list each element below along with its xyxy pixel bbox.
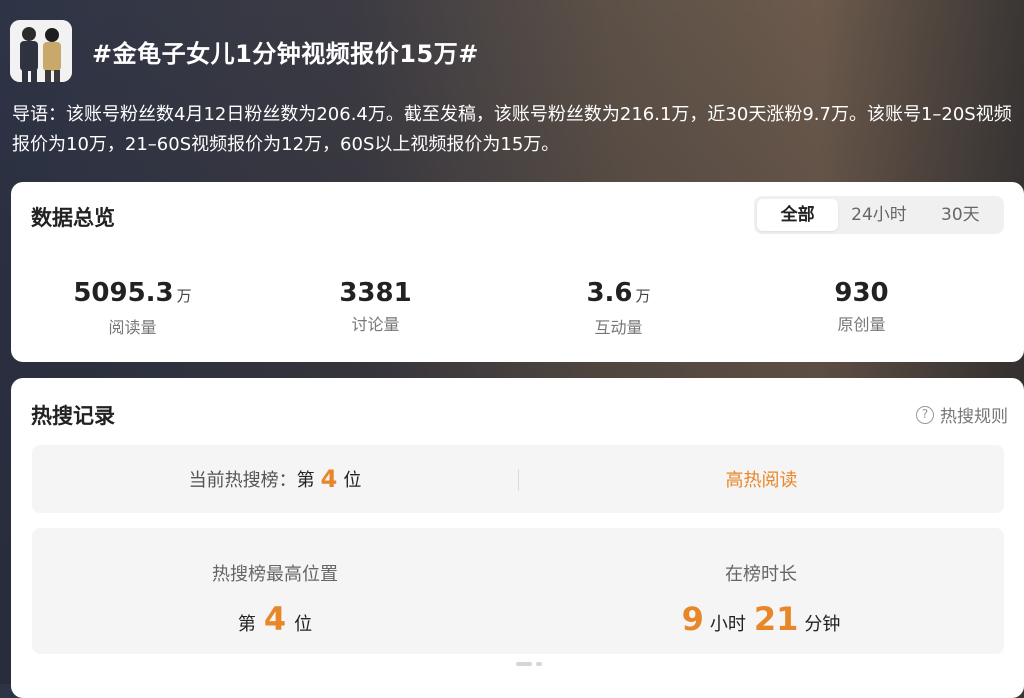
time-range-tabs: 全部 24小时 30天	[754, 196, 1004, 234]
stat-discussions-label: 讨论量	[351, 315, 400, 334]
stat-reads: 5095.3 万 阅读量	[11, 278, 254, 338]
overview-stats: 5095.3 万 阅读量 3381 讨论量 3.6 万 互动量 930 原创量	[11, 278, 1024, 338]
overview-title: 数据总览	[31, 206, 115, 230]
current-rank-suffix: 位	[343, 470, 362, 491]
best-rank: 热搜榜最高位置 第 4 位	[32, 528, 518, 654]
overview-card: 数据总览 全部 24小时 30天 5095.3 万 阅读量 3381 讨论量 3.…	[11, 182, 1024, 362]
page-dot-active	[516, 662, 532, 666]
tab-24h[interactable]: 24小时	[838, 199, 919, 231]
current-rank-box: 当前热搜榜： 第 4 位 高热阅读	[32, 445, 1004, 513]
topic-intro: 导语：该账号粉丝数4月12日粉丝数为206.4万。截至发稿，该账号粉丝数为216…	[12, 104, 1012, 155]
current-rank: 当前热搜榜： 第 4 位	[32, 445, 518, 513]
best-rank-label: 热搜榜最高位置	[212, 564, 338, 585]
duration-hours-unit: 小时	[709, 614, 746, 635]
hot-read-tag[interactable]: 高热阅读	[519, 445, 1004, 513]
page-dot	[536, 662, 542, 666]
duration-label: 在榜时长	[725, 564, 797, 585]
topic-title: #金龟子女儿1分钟视频报价15万#	[92, 40, 479, 68]
on-list-duration: 在榜时长 9 小时 21 分钟	[518, 528, 1004, 654]
stat-interactions-label: 互动量	[594, 318, 643, 337]
best-rank-suffix: 位	[294, 614, 313, 635]
duration-minutes: 21	[753, 600, 799, 638]
hot-search-card: 热搜记录 ? 热搜规则 当前热搜榜： 第 4 位 高热阅读 热搜榜最高位置 第 …	[11, 378, 1024, 698]
topic-avatar	[10, 20, 72, 82]
stat-interactions-unit: 万	[635, 287, 651, 305]
stat-originals: 930 原创量	[740, 278, 983, 338]
hot-search-rules-label: 热搜规则	[940, 407, 1008, 427]
tab-all[interactable]: 全部	[757, 199, 839, 231]
best-rank-prefix: 第	[237, 614, 256, 635]
stat-reads-value: 5095.3	[73, 278, 174, 308]
current-rank-value: 4	[320, 465, 338, 493]
duration-minutes-unit: 分钟	[804, 614, 841, 635]
hot-search-title: 热搜记录	[31, 404, 115, 428]
stat-reads-label: 阅读量	[108, 318, 157, 337]
stat-interactions: 3.6 万 互动量	[497, 278, 740, 338]
stat-discussions-value: 3381	[339, 278, 412, 308]
stat-reads-unit: 万	[176, 287, 192, 305]
best-rank-value: 4	[263, 600, 287, 638]
current-rank-label: 当前热搜榜：	[188, 470, 297, 491]
stat-originals-value: 930	[834, 278, 889, 308]
hot-search-rules-link[interactable]: ? 热搜规则	[916, 402, 1008, 427]
question-circle-icon: ?	[916, 405, 934, 424]
duration-hours: 9	[681, 600, 704, 638]
best-rank-box: 热搜榜最高位置 第 4 位 在榜时长 9 小时 21 分钟	[32, 528, 1004, 654]
pagination-dots	[516, 662, 542, 666]
current-rank-prefix: 第	[296, 470, 315, 491]
tab-30d[interactable]: 30天	[920, 199, 1001, 231]
stat-discussions: 3381 讨论量	[254, 278, 497, 338]
stat-interactions-value: 3.6	[586, 278, 633, 308]
stat-originals-label: 原创量	[837, 315, 886, 334]
